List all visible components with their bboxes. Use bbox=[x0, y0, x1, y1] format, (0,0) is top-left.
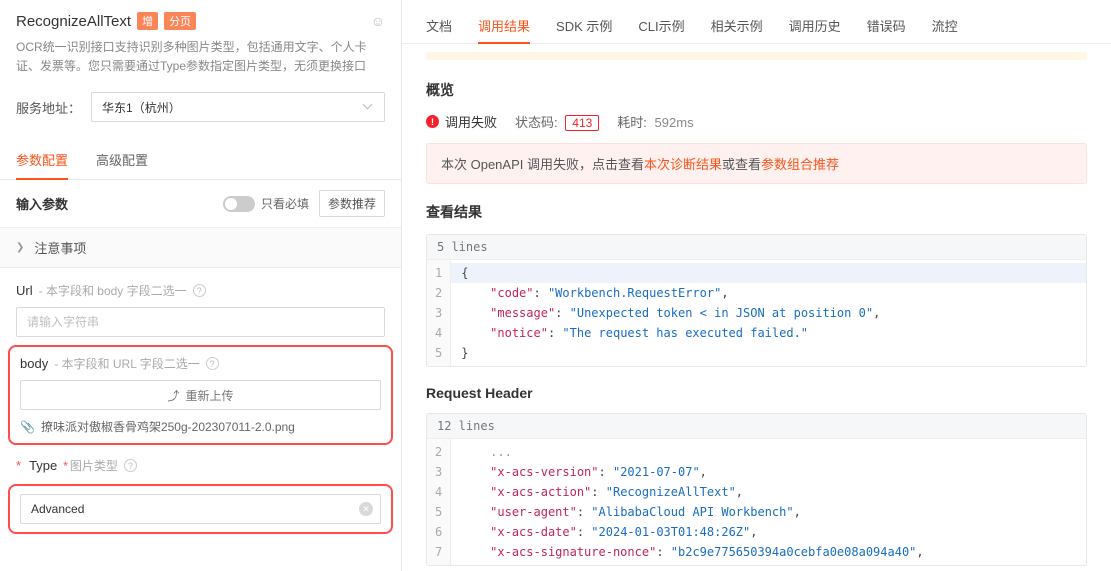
diagnosis-link[interactable]: 本次诊断结果 bbox=[644, 157, 722, 172]
body-hint: - 本字段和 URL 字段二选一 bbox=[54, 355, 200, 372]
notice-accordion[interactable]: ❯ 注意事项 bbox=[0, 228, 401, 268]
help-icon[interactable]: ? bbox=[124, 459, 137, 472]
type-input[interactable] bbox=[20, 494, 381, 524]
right-tab[interactable]: 相关示例 bbox=[711, 8, 763, 43]
help-icon[interactable]: ? bbox=[193, 284, 206, 297]
right-tab[interactable]: SDK 示例 bbox=[556, 8, 612, 43]
right-tab[interactable]: 调用历史 bbox=[789, 8, 841, 43]
elapsed-value: 592ms bbox=[655, 115, 694, 130]
left-panel: RecognizeAllText 增 分页 ☺ OCR统一识别接口支持识别多种图… bbox=[0, 0, 402, 571]
warning-strip bbox=[426, 52, 1087, 60]
service-address-value: 华东1（杭州） bbox=[102, 99, 181, 116]
required-star-icon: * bbox=[16, 458, 21, 473]
only-required-label: 只看必填 bbox=[261, 195, 309, 212]
error-icon: ! bbox=[426, 115, 439, 128]
service-address-select[interactable]: 华东1（杭州） bbox=[91, 92, 385, 122]
reupload-button[interactable]: ⤴ 重新上传 bbox=[20, 380, 381, 410]
api-description: OCR统一识别接口支持识别多种图片类型，包括通用文字、个人卡证、发票等。您只需要… bbox=[16, 38, 385, 76]
type-highlight-box: ✕ bbox=[8, 484, 393, 534]
header-lines-label: 12 lines bbox=[427, 414, 1086, 439]
help-icon[interactable]: ? bbox=[206, 357, 219, 370]
right-tab[interactable]: 调用结果 bbox=[478, 8, 530, 43]
clear-icon[interactable]: ✕ bbox=[359, 502, 373, 516]
failure-alert: 本次 OpenAPI 调用失败，点击查看本次诊断结果或查看参数组合推荐 bbox=[426, 143, 1087, 184]
notice-title: 注意事项 bbox=[34, 238, 86, 257]
chevron-down-icon bbox=[364, 104, 374, 110]
type-hint: 图片类型 bbox=[70, 459, 118, 473]
header-code-block: 12 lines 234567 ... "x-acs-version": "20… bbox=[426, 413, 1087, 566]
tag-new: 增 bbox=[137, 12, 158, 30]
url-input[interactable] bbox=[16, 307, 385, 337]
right-tab[interactable]: 流控 bbox=[932, 8, 958, 43]
view-result-heading: 查看结果 bbox=[426, 202, 1087, 222]
right-panel: 文档调用结果 SDK 示例 CLI示例相关示例调用历史错误码流控 概览 ! 调用失败… bbox=[402, 0, 1111, 571]
paperclip-icon: 📎 bbox=[20, 420, 35, 434]
tab-param-config[interactable]: 参数配置 bbox=[16, 140, 68, 179]
input-params-heading: 输入参数 bbox=[16, 194, 68, 213]
status-code-label: 状态码: bbox=[515, 115, 558, 130]
tag-page: 分页 bbox=[164, 12, 196, 30]
body-label: body bbox=[20, 356, 48, 371]
upload-icon: ⤴ bbox=[167, 387, 179, 404]
chevron-right-icon: ❯ bbox=[16, 242, 24, 253]
only-required-toggle[interactable] bbox=[223, 196, 255, 212]
right-tabs: 文档调用结果 SDK 示例 CLI示例相关示例调用历史错误码流控 bbox=[402, 0, 1111, 44]
elapsed-label: 耗时: bbox=[617, 115, 647, 130]
right-tab[interactable]: 文档 bbox=[426, 8, 452, 43]
url-hint: - 本字段和 body 字段二选一 bbox=[39, 282, 187, 299]
uploaded-filename: 撩味派对傲椒香骨鸡架250g-202307011-2.0.png bbox=[41, 418, 295, 435]
body-highlight-box: body - 本字段和 URL 字段二选一 ? ⤴ 重新上传 📎 撩味派对傲椒香… bbox=[8, 345, 393, 445]
result-code-block: 5 lines 12345 { "code": "Workbench.Reque… bbox=[426, 234, 1087, 367]
api-title: RecognizeAllText bbox=[16, 13, 131, 30]
tab-advanced-config[interactable]: 高级配置 bbox=[96, 140, 148, 179]
param-recommend-button[interactable]: 参数推荐 bbox=[319, 190, 385, 217]
url-label: Url bbox=[16, 283, 33, 298]
call-failed-text: 调用失败 bbox=[445, 112, 497, 131]
right-tab[interactable]: CLI示例 bbox=[638, 8, 684, 43]
type-label: Type bbox=[29, 458, 57, 473]
overview-heading: 概览 bbox=[426, 80, 1087, 100]
left-tabs: 参数配置 高级配置 bbox=[0, 140, 401, 180]
right-tab[interactable]: 错误码 bbox=[867, 8, 906, 43]
param-combo-link[interactable]: 参数组合推荐 bbox=[761, 157, 839, 172]
status-code-value: 413 bbox=[565, 115, 599, 131]
face-icon[interactable]: ☺ bbox=[371, 13, 385, 29]
request-header-heading: Request Header bbox=[426, 385, 1087, 401]
result-lines-label: 5 lines bbox=[427, 235, 1086, 260]
service-address-label: 服务地址： bbox=[16, 98, 81, 117]
